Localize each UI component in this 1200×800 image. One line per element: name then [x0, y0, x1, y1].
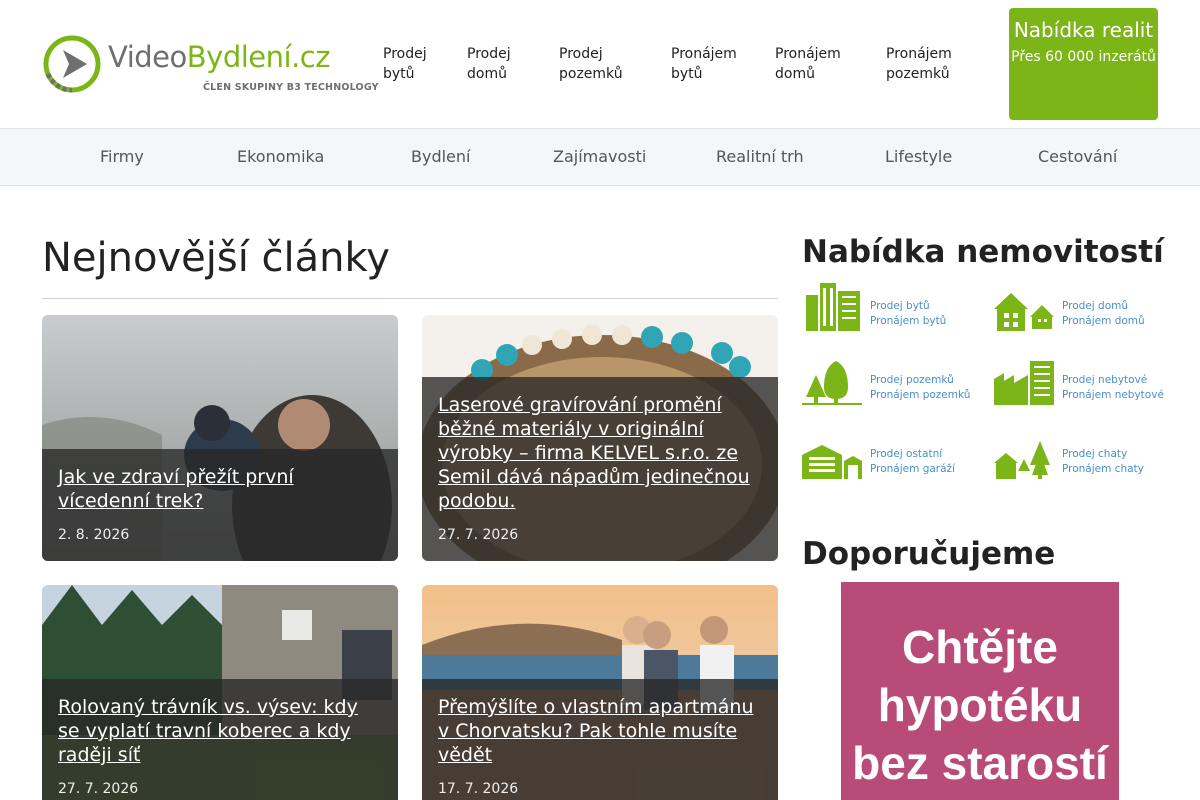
article-date: 17. 7. 2026: [438, 781, 519, 797]
ad-text: Chtějte hypotéku bez starostí: [852, 621, 1108, 789]
category-zajimavosti[interactable]: Zajímavosti: [553, 147, 646, 166]
article-date: 27. 7. 2026: [58, 781, 139, 797]
article-title[interactable]: Přemýšlíte o vlastním apartmánu v Chorva…: [438, 695, 762, 767]
offer-label: Prodej ostatní Pronájem garáží: [870, 448, 955, 475]
recommend-heading: Doporučujeme: [802, 536, 1056, 572]
category-bydleni[interactable]: Bydlení: [411, 147, 470, 166]
cta-title: Nabídka realit: [1013, 18, 1154, 42]
nav-prodej-pozemku[interactable]: Prodej pozemků: [559, 44, 639, 84]
category-realitni-trh[interactable]: Realitní trh: [716, 147, 804, 166]
offer-label: Prodej nebytové Pronájem nebytové: [1062, 374, 1164, 401]
factory-building-icon: [994, 361, 1054, 405]
offers-heading: Nabídka nemovitostí: [802, 234, 1164, 270]
article-title[interactable]: Jak ve zdraví přežít první vícedenní tre…: [58, 465, 382, 513]
offer-label: Prodej domů Pronájem domů: [1062, 300, 1145, 327]
article-overlay: Laserové gravírování promění běžné mater…: [422, 377, 778, 561]
nav-pronajem-pozemku[interactable]: Pronájem pozemků: [886, 44, 966, 84]
offer-label: Prodej bytů Pronájem bytů: [870, 300, 947, 327]
offer-nebytove[interactable]: Prodej nebytové Pronájem nebytové: [994, 357, 1174, 407]
category-navigation: Firmy Ekonomika Bydlení Zajímavosti Real…: [0, 129, 1200, 186]
nav-pronajem-domu[interactable]: Pronájem domů: [775, 44, 855, 84]
cta-subtitle: Přes 60 000 inzerátů: [1011, 49, 1156, 65]
article-card[interactable]: Laserové gravírování promění běžné mater…: [422, 315, 778, 561]
offer-domy[interactable]: Prodej domů Pronájem domů: [994, 283, 1174, 333]
garage-icon: [802, 445, 862, 479]
logo-wordmark: VideoBydlení.cz: [108, 40, 330, 74]
play-logo-icon: [43, 35, 101, 93]
article-overlay: Přemýšlíte o vlastním apartmánu v Chorva…: [422, 679, 778, 800]
article-overlay: Rolovaný trávník vs. výsev: kdy se vypla…: [42, 679, 398, 800]
offer-byty[interactable]: Prodej bytů Pronájem bytů: [802, 283, 982, 333]
cottage-trees-icon: [994, 441, 1050, 479]
real-estate-offer-button[interactable]: Nabídka realit Přes 60 000 inzerátů: [1009, 8, 1158, 120]
offer-pozemky[interactable]: Prodej pozemků Pronájem pozemků: [802, 357, 982, 407]
trees-land-icon: [802, 361, 862, 405]
article-date: 2. 8. 2026: [58, 527, 130, 543]
article-date: 27. 7. 2026: [438, 527, 519, 543]
article-card[interactable]: Jak ve zdraví přežít první vícedenní tre…: [42, 315, 398, 561]
title-divider: [42, 298, 778, 299]
offer-label: Prodej chaty Pronájem chaty: [1062, 448, 1144, 475]
nav-pronajem-bytu[interactable]: Pronájem bytů: [671, 44, 751, 84]
article-card[interactable]: Rolovaný trávník vs. výsev: kdy se vypla…: [42, 585, 398, 800]
article-overlay: Jak ve zdraví přežít první vícedenní tre…: [42, 449, 398, 561]
offer-ostatni[interactable]: Prodej ostatní Pronájem garáží: [802, 431, 982, 481]
apartment-buildings-icon: [806, 283, 860, 331]
article-card[interactable]: Přemýšlíte o vlastním apartmánu v Chorva…: [422, 585, 778, 800]
logo-tagline: ČLEN SKUPINY B3 TECHNOLOGY: [203, 82, 379, 93]
category-lifestyle[interactable]: Lifestyle: [885, 147, 952, 166]
nav-prodej-domu[interactable]: Prodej domů: [467, 44, 527, 84]
site-logo[interactable]: VideoBydlení.cz ČLEN SKUPINY B3 TECHNOLO…: [42, 34, 379, 96]
article-title[interactable]: Rolovaný trávník vs. výsev: kdy se vypla…: [58, 695, 382, 767]
offer-label: Prodej pozemků Pronájem pozemků: [870, 374, 971, 401]
houses-icon: [994, 293, 1054, 331]
category-cestovani[interactable]: Cestování: [1038, 147, 1117, 166]
nav-prodej-bytu[interactable]: Prodej bytů: [383, 44, 443, 84]
category-firmy[interactable]: Firmy: [100, 147, 144, 166]
category-ekonomika[interactable]: Ekonomika: [237, 147, 324, 166]
offer-chaty[interactable]: Prodej chaty Pronájem chaty: [994, 431, 1174, 481]
page-title: Nejnovější články: [42, 235, 390, 281]
article-title[interactable]: Laserové gravírování promění běžné mater…: [438, 393, 762, 513]
site-header: VideoBydlení.cz ČLEN SKUPINY B3 TECHNOLO…: [0, 0, 1200, 129]
mortgage-ad-banner[interactable]: Chtějte hypotéku bez starostí: [841, 582, 1119, 800]
